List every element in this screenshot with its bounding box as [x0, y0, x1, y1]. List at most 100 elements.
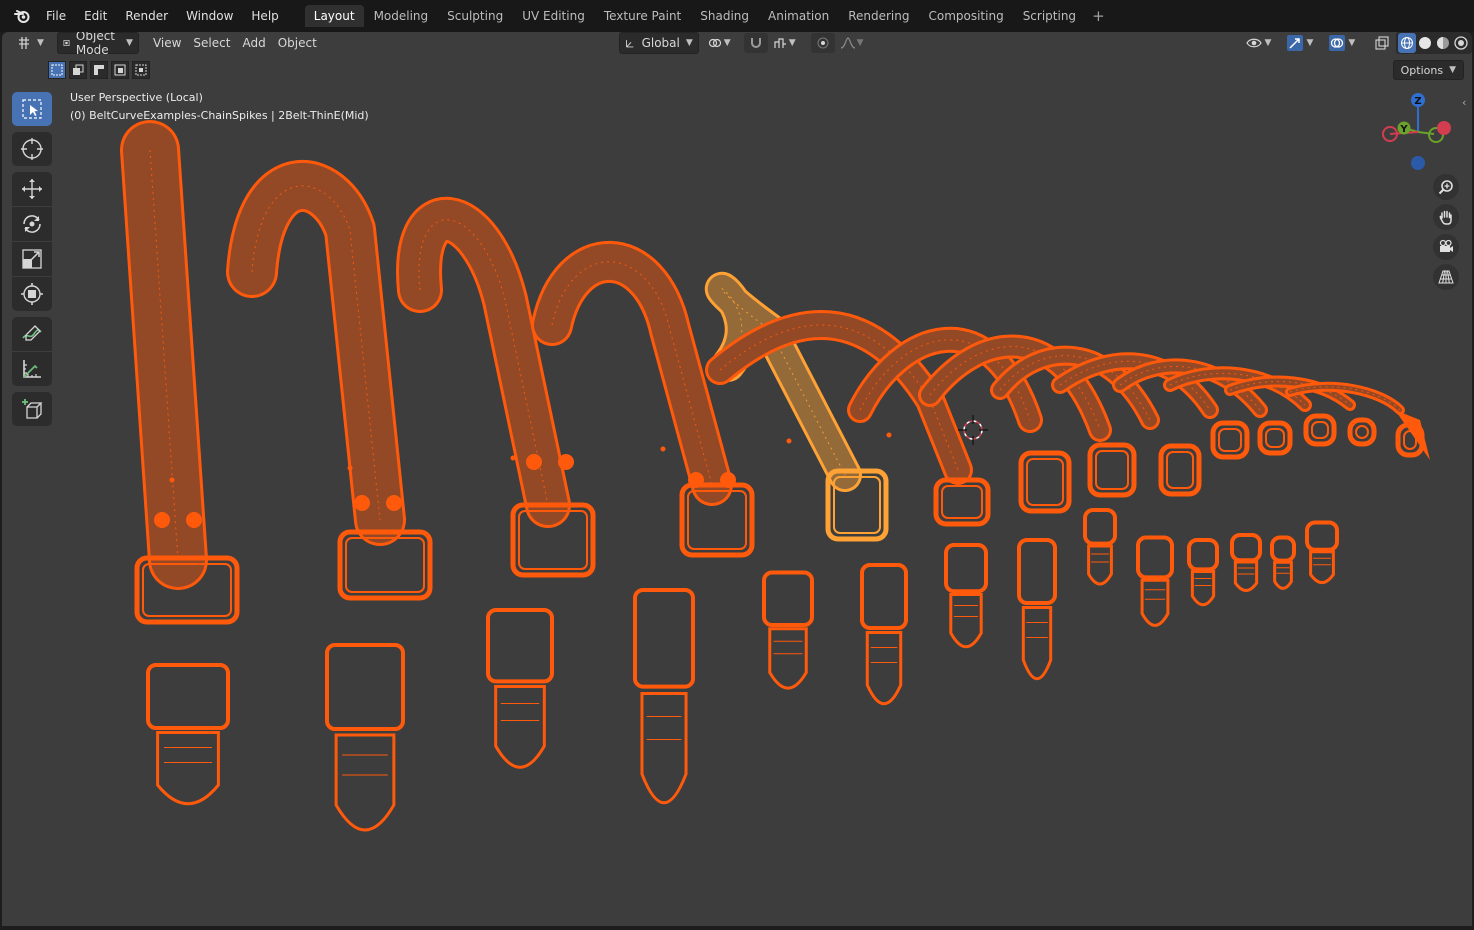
tab-compositing[interactable]: Compositing — [919, 5, 1012, 27]
shading-material-button[interactable] — [1434, 33, 1452, 53]
move-icon — [22, 179, 42, 199]
menu-select[interactable]: Select — [193, 36, 230, 50]
solid-sphere-icon — [1419, 37, 1432, 49]
select-extend-button[interactable] — [69, 61, 87, 79]
shading-rendered-button[interactable] — [1452, 33, 1470, 53]
menu-help[interactable]: Help — [243, 6, 288, 26]
navigation-gizmo[interactable]: Z Y — [1378, 90, 1456, 174]
pan-button[interactable] — [1433, 204, 1459, 230]
menu-add[interactable]: Add — [242, 36, 265, 50]
tool-annotate[interactable] — [12, 317, 52, 351]
workspace-tabs: Layout Modeling Sculpting UV Editing Tex… — [304, 5, 1111, 27]
blender-logo-icon[interactable] — [14, 8, 30, 24]
overlays-icon — [1329, 35, 1346, 51]
tab-texture-paint[interactable]: Texture Paint — [595, 5, 690, 27]
pivot-point-button[interactable]: ▼ — [703, 33, 736, 53]
xray-toggle[interactable] — [1370, 33, 1394, 53]
perspective-toggle-button[interactable] — [1433, 264, 1459, 290]
options-dropdown[interactable]: Options ▼ — [1392, 60, 1464, 80]
menu-object[interactable]: Object — [278, 36, 317, 50]
proportional-edit-icon — [817, 37, 829, 49]
snap-toggle[interactable] — [743, 33, 768, 53]
belt-buckle-12-frame — [1303, 413, 1337, 447]
front-piece-mesh-4 — [646, 716, 682, 740]
front-piece-mesh-13 — [1276, 567, 1290, 574]
belt-buckle-8-inner — [1095, 450, 1129, 490]
select-new-button[interactable] — [48, 61, 66, 79]
chevron-down-icon: ▼ — [1348, 38, 1356, 48]
gizmo-toggle[interactable]: ▼ — [1282, 33, 1318, 53]
menu-edit[interactable]: Edit — [76, 6, 117, 26]
select-new-icon — [51, 64, 63, 76]
3d-cursor-crosshair — [958, 415, 988, 445]
orientation-label: Global — [641, 36, 680, 50]
object-origin-dot-5 — [786, 438, 792, 444]
select-invert-button[interactable] — [111, 61, 129, 79]
belt-buckle-12-inner — [1311, 421, 1329, 439]
tab-rendering[interactable]: Rendering — [839, 5, 918, 27]
tool-measure[interactable] — [12, 352, 52, 386]
front-piece-mesh-14 — [1313, 557, 1331, 566]
tab-modeling[interactable]: Modeling — [365, 5, 438, 27]
object-origin-dot-1 — [169, 477, 175, 483]
belt-buckle-9-inner — [1166, 451, 1194, 489]
tool-select-box[interactable] — [12, 92, 52, 126]
snap-target-dropdown[interactable]: ▼ — [768, 33, 801, 53]
tab-animation[interactable]: Animation — [759, 5, 838, 27]
add-workspace-icon[interactable]: + — [1086, 7, 1111, 25]
tab-sculpting[interactable]: Sculpting — [438, 5, 512, 27]
tab-uv-editing[interactable]: UV Editing — [513, 5, 594, 27]
shading-solid-button[interactable] — [1416, 33, 1434, 53]
transform-icon — [21, 283, 43, 305]
options-label: Options — [1400, 63, 1444, 77]
camera-view-button[interactable] — [1433, 234, 1459, 260]
chevron-down-icon: ▼ — [685, 38, 693, 48]
front-piece-tip-9 — [1087, 544, 1113, 586]
tool-add-cube[interactable] — [12, 392, 52, 426]
menu-file[interactable]: File — [38, 6, 76, 26]
overlay-toggle[interactable]: ▼ — [1324, 33, 1360, 53]
front-piece-tip-4 — [640, 692, 688, 805]
tool-cursor[interactable] — [12, 132, 52, 166]
zoom-button[interactable] — [1433, 174, 1459, 200]
tab-shading[interactable]: Shading — [691, 5, 758, 27]
visibility-dropdown[interactable]: ▼ — [1241, 33, 1277, 53]
front-piece-buckle-12 — [1230, 533, 1262, 563]
menu-window[interactable]: Window — [178, 6, 243, 26]
tool-move[interactable] — [12, 172, 52, 206]
3d-viewport[interactable]: ▼ Object Mode ▼ View Select Add Object G… — [2, 32, 1472, 926]
tool-transform[interactable] — [12, 277, 52, 311]
front-piece-mesh-8 — [1026, 622, 1048, 638]
front-piece-mesh-11 — [1194, 578, 1212, 586]
select-mode-group — [48, 61, 153, 79]
front-piece-tip-10 — [1140, 578, 1170, 627]
menu-view[interactable]: View — [153, 36, 181, 50]
front-piece-tip-2 — [334, 733, 396, 832]
front-piece-mesh-2 — [342, 754, 388, 776]
tool-scale[interactable] — [12, 242, 52, 276]
select-intersect-button[interactable] — [132, 61, 150, 79]
tab-layout[interactable]: Layout — [304, 5, 364, 27]
viewport-info: User Perspective (Local) (0) BeltCurveEx… — [70, 89, 369, 125]
belt-rivets-1-a — [154, 512, 170, 528]
tab-scripting[interactable]: Scripting — [1014, 5, 1085, 27]
shading-wireframe-button[interactable] — [1398, 33, 1417, 53]
gizmo-x-axis[interactable] — [1437, 121, 1451, 135]
select-box-icon — [22, 99, 42, 119]
select-subtract-button[interactable] — [90, 61, 108, 79]
front-piece-buckle-5 — [762, 570, 814, 627]
menu-render[interactable]: Render — [117, 6, 178, 26]
sidebar-toggle-chevron-icon[interactable]: ‹ — [1462, 96, 1466, 109]
gizmo-neg-z-axis[interactable] — [1411, 156, 1425, 170]
falloff-dropdown[interactable]: ▼ — [835, 33, 869, 53]
tool-rotate[interactable] — [12, 207, 52, 241]
measure-ruler-icon — [23, 360, 41, 378]
object-origin-dot-4 — [660, 446, 666, 452]
mode-dropdown[interactable]: Object Mode ▼ — [56, 32, 139, 57]
belt-buckle-2-inner — [345, 537, 425, 593]
orientation-dropdown[interactable]: Global ▼ — [618, 32, 699, 54]
proportional-edit-toggle[interactable] — [810, 33, 835, 53]
snap-increment-icon — [774, 38, 786, 48]
editor-type-button[interactable]: ▼ — [12, 33, 49, 53]
belt-buckle-7-inner — [1026, 458, 1064, 506]
